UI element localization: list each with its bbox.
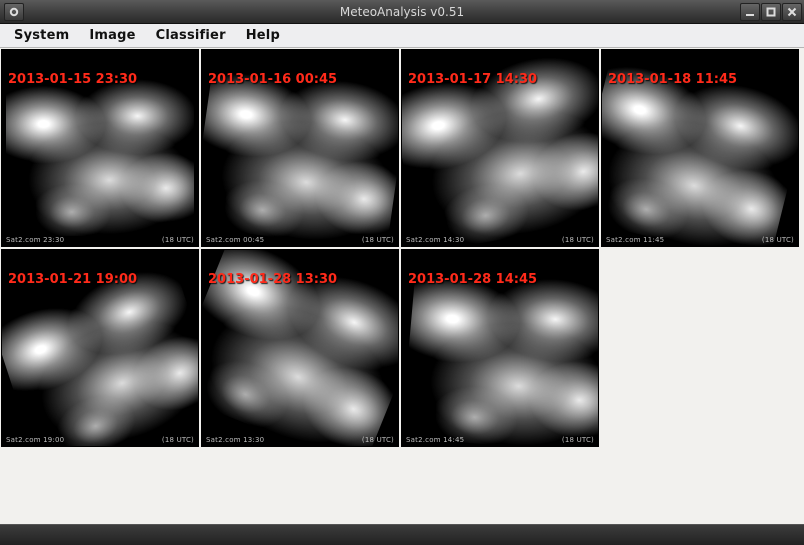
thumbnail-footer-right: (18 UTC) — [762, 236, 794, 244]
satellite-image-icon — [606, 76, 794, 236]
app-menu-icon — [9, 7, 19, 17]
thumbnail-footer: Sat2.com 14:30 (18 UTC) — [406, 236, 594, 244]
window-close-button[interactable] — [782, 3, 802, 21]
thumbnail-footer-left: Sat2.com 11:45 — [606, 236, 664, 244]
thumbnail-footer-right: (18 UTC) — [562, 236, 594, 244]
image-thumbnail[interactable]: 2013-01-21 19:00 Sat2.com 19:00 (18 UTC) — [1, 249, 199, 447]
window-menu-button[interactable] — [4, 3, 24, 21]
workspace: 2013-01-15 23:30 Sat2.com 23:30 (18 UTC)… — [0, 48, 804, 524]
thumbnail-footer: Sat2.com 13:30 (18 UTC) — [206, 436, 394, 444]
thumbnail-footer: Sat2.com 11:45 (18 UTC) — [606, 236, 794, 244]
window-maximize-button[interactable] — [761, 3, 781, 21]
image-thumbnail[interactable]: 2013-01-16 00:45 Sat2.com 00:45 (18 UTC) — [201, 49, 399, 247]
window-titlebar: MeteoAnalysis v0.51 — [0, 0, 804, 24]
image-thumbnail[interactable]: 2013-01-17 14:30 Sat2.com 14:30 (18 UTC) — [401, 49, 599, 247]
minimize-icon — [745, 7, 755, 17]
satellite-image-icon — [206, 76, 394, 236]
satellite-image-icon — [6, 76, 194, 236]
thumbnail-timestamp: 2013-01-18 11:45 — [608, 72, 737, 87]
thumbnail-footer: Sat2.com 00:45 (18 UTC) — [206, 236, 394, 244]
menu-system[interactable]: System — [4, 25, 79, 46]
thumbnail-footer-left: Sat2.com 14:30 — [406, 236, 464, 244]
satellite-image-icon — [406, 276, 594, 436]
menu-classifier[interactable]: Classifier — [146, 25, 236, 46]
window-minimize-button[interactable] — [740, 3, 760, 21]
thumbnail-timestamp: 2013-01-28 14:45 — [408, 272, 537, 287]
image-thumbnail[interactable]: 2013-01-15 23:30 Sat2.com 23:30 (18 UTC) — [1, 49, 199, 247]
thumbnail-timestamp: 2013-01-15 23:30 — [8, 72, 137, 87]
menu-help[interactable]: Help — [236, 25, 290, 46]
menu-image[interactable]: Image — [79, 25, 145, 46]
thumbnail-footer-right: (18 UTC) — [362, 236, 394, 244]
thumbnail-footer-left: Sat2.com 13:30 — [206, 436, 264, 444]
status-bar — [0, 524, 804, 545]
image-thumbnail[interactable]: 2013-01-28 14:45 Sat2.com 14:45 (18 UTC) — [401, 249, 599, 447]
image-thumbnail[interactable]: 2013-01-18 11:45 Sat2.com 11:45 (18 UTC) — [601, 49, 799, 247]
thumbnail-footer: Sat2.com 23:30 (18 UTC) — [6, 236, 194, 244]
close-icon — [787, 7, 797, 17]
thumbnail-footer-left: Sat2.com 23:30 — [6, 236, 64, 244]
thumbnail-footer-right: (18 UTC) — [162, 436, 194, 444]
image-thumbnail[interactable]: 2013-01-28 13:30 Sat2.com 13:30 (18 UTC) — [201, 249, 399, 447]
thumbnail-timestamp: 2013-01-28 13:30 — [208, 272, 337, 287]
thumbnail-timestamp: 2013-01-16 00:45 — [208, 72, 337, 87]
thumbnail-footer: Sat2.com 14:45 (18 UTC) — [406, 436, 594, 444]
satellite-image-icon — [6, 276, 194, 436]
maximize-icon — [766, 7, 776, 17]
satellite-image-icon — [406, 76, 594, 236]
thumbnail-footer-right: (18 UTC) — [562, 436, 594, 444]
thumbnail-footer-left: Sat2.com 19:00 — [6, 436, 64, 444]
thumbnail-footer-left: Sat2.com 00:45 — [206, 236, 264, 244]
thumbnail-grid: 2013-01-15 23:30 Sat2.com 23:30 (18 UTC)… — [0, 48, 804, 448]
satellite-image-icon — [206, 276, 394, 436]
thumbnail-footer-right: (18 UTC) — [362, 436, 394, 444]
thumbnail-footer: Sat2.com 19:00 (18 UTC) — [6, 436, 194, 444]
thumbnail-timestamp: 2013-01-17 14:30 — [408, 72, 537, 87]
thumbnail-footer-right: (18 UTC) — [162, 236, 194, 244]
window-title: MeteoAnalysis v0.51 — [0, 5, 804, 19]
thumbnail-footer-left: Sat2.com 14:45 — [406, 436, 464, 444]
thumbnail-timestamp: 2013-01-21 19:00 — [8, 272, 137, 287]
menu-bar: System Image Classifier Help — [0, 24, 804, 48]
